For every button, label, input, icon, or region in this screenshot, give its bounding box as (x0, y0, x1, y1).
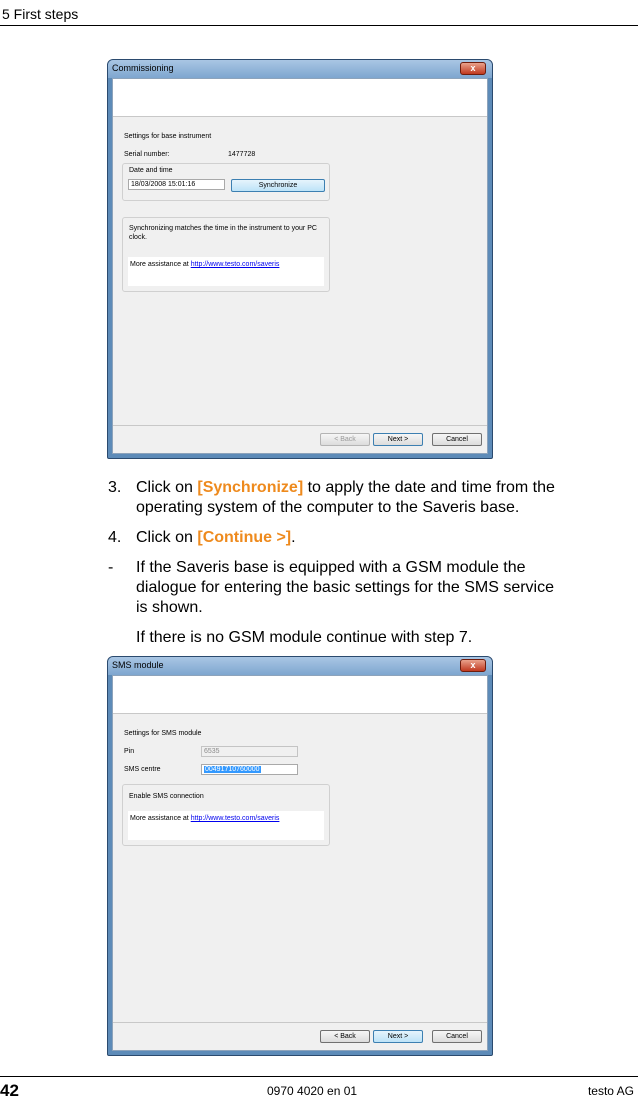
step-4-end: . (291, 529, 296, 546)
step-3-text: Click on (136, 479, 198, 496)
enable-sms-label: Enable SMS connection (129, 793, 204, 800)
synchronize-highlight: [Synchronize] (197, 479, 304, 496)
date-time-group: Date and time 18/03/2008 15:01:16 Synchr… (122, 163, 330, 201)
settings-heading: Settings for base instrument (124, 133, 212, 140)
date-time-group-label: Date and time (129, 167, 173, 174)
info-text-line1: Synchronizing matches the time in the in… (129, 225, 317, 232)
serial-number-value: 1477728 (228, 151, 256, 158)
step-4-text: Click on (136, 529, 198, 546)
dialog-client-area: Settings for SMS module Pin 6535 SMS cen… (112, 675, 488, 1051)
pin-label: Pin (124, 748, 135, 755)
sms-centre-label: SMS centre (124, 766, 161, 773)
sms-titlebar[interactable]: SMS module x (108, 657, 492, 675)
synchronize-button[interactable]: Synchronize (231, 179, 325, 192)
assistance-text: More assistance at (130, 815, 189, 822)
date-time-field[interactable]: 18/03/2008 15:01:16 (128, 179, 225, 190)
page-footer: 42 0970 4020 en 01 testo AG (0, 1076, 638, 1098)
assistance-box: More assistance at http://www.testo.com/… (128, 811, 324, 840)
cancel-button[interactable]: Cancel (432, 1030, 482, 1043)
assistance-box: More assistance at http://www.testo.com/… (128, 257, 324, 286)
step-4-number: 4. (108, 529, 122, 546)
assistance-text: More assistance at (130, 261, 189, 268)
gsm-line1: If the Saveris base is equipped with a G… (136, 559, 526, 576)
cancel-button[interactable]: Cancel (432, 433, 482, 446)
page-number: 42 (0, 1081, 19, 1098)
date-time-value: 18/03/2008 15:01:16 (131, 181, 196, 188)
next-button[interactable]: Next > (373, 433, 423, 446)
sms-settings-heading: Settings for SMS module (124, 730, 202, 737)
close-icon[interactable]: x (460, 659, 486, 672)
no-gsm-text: If there is no GSM module continue with … (136, 629, 473, 646)
assistance-link[interactable]: http://www.testo.com/saveris (191, 261, 280, 268)
close-icon[interactable]: x (460, 62, 486, 75)
step-3-text-rest: to apply the date and time from the (303, 479, 555, 496)
dash-bullet: - (108, 559, 114, 576)
company-name: testo AG (587, 1084, 634, 1098)
document-code: 0970 4020 en 01 (267, 1084, 358, 1098)
serial-number-label: Serial number: (124, 151, 170, 158)
dialog-footer: < Back Next > Cancel (113, 1022, 487, 1050)
gsm-line2: dialogue for entering the basic settings… (136, 579, 554, 596)
step-3-line2: operating system of the computer to the … (136, 499, 520, 516)
gsm-line3: is shown. (136, 599, 203, 616)
commissioning-dialog: Commissioning x Settings for base instru… (107, 59, 493, 459)
sms-centre-value: 00491710760000 (204, 766, 261, 773)
sms-centre-field[interactable]: 00491710760000 (201, 764, 298, 775)
section-title: 5 First steps (2, 6, 79, 22)
sms-module-dialog: SMS module x Settings for SMS module Pin… (107, 656, 493, 1056)
dialog-title: Commissioning (112, 63, 174, 73)
info-group: Synchronizing matches the time in the in… (122, 217, 330, 292)
step-3-number: 3. (108, 479, 122, 496)
commissioning-titlebar[interactable]: Commissioning x (108, 60, 492, 78)
assistance-link[interactable]: http://www.testo.com/saveris (191, 815, 280, 822)
header-band (113, 676, 487, 714)
back-button[interactable]: < Back (320, 433, 370, 446)
page-header: 5 First steps (0, 0, 638, 26)
dialog-client-area: Settings for base instrument Serial numb… (112, 78, 488, 454)
info-text-line2: clock. (129, 234, 147, 241)
sms-info-group: Enable SMS connection More assistance at… (122, 784, 330, 846)
pin-value: 6535 (204, 748, 220, 755)
header-band (113, 79, 487, 117)
dialog-title: SMS module (112, 660, 164, 670)
next-button[interactable]: Next > (373, 1030, 423, 1043)
dialog-footer: < Back Next > Cancel (113, 425, 487, 453)
back-button[interactable]: < Back (320, 1030, 370, 1043)
continue-highlight: [Continue >] (197, 529, 292, 546)
pin-field[interactable]: 6535 (201, 746, 298, 757)
